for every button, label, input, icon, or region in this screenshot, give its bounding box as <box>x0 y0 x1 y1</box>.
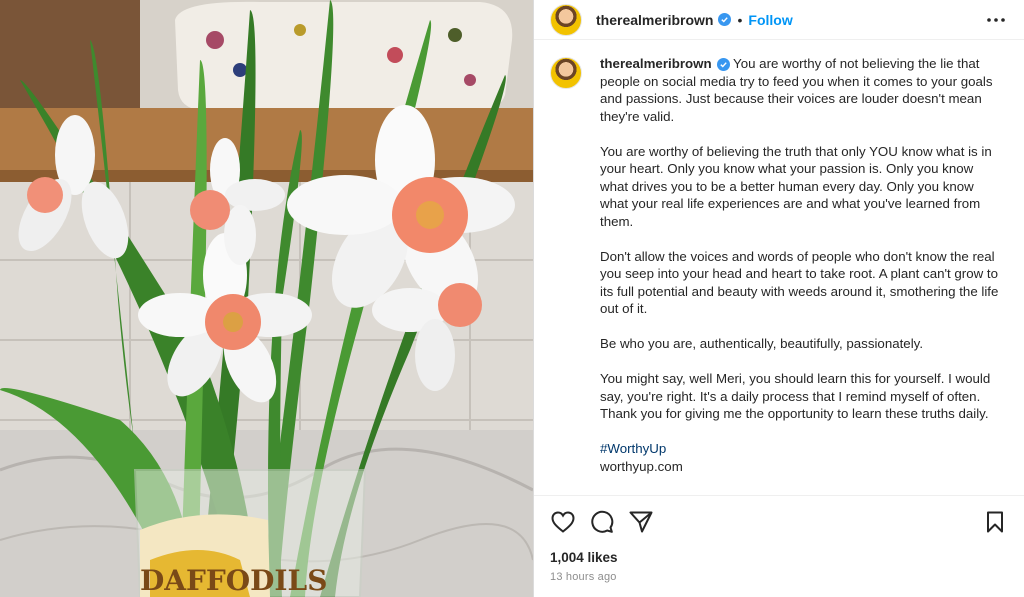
share-icon[interactable] <box>628 509 654 535</box>
verified-badge-icon <box>716 58 730 71</box>
caption: therealmeribrown You are worthy of not b… <box>600 55 1000 495</box>
vase-label-text: DAFFODILS <box>140 564 327 597</box>
post-photo[interactable]: DAFFODILS <box>0 0 533 597</box>
separator-dot: • <box>737 11 743 28</box>
post-timestamp[interactable]: 13 hours ago <box>550 571 1008 583</box>
post-side-panel: therealmeribrown • Follow therealmeribro… <box>533 0 1024 597</box>
likes-count[interactable]: 1,004 likes <box>550 550 1008 565</box>
caption-paragraph-3: Don't allow the voices and words of peop… <box>600 248 999 317</box>
website-link[interactable]: worthyup.com <box>600 458 1000 476</box>
caption-avatar[interactable] <box>550 57 582 89</box>
avatar[interactable] <box>550 3 582 36</box>
bookmark-icon[interactable] <box>982 509 1008 535</box>
verified-badge-icon <box>718 13 732 26</box>
caption-paragraph-5: You might say, well Meri, you should lea… <box>600 371 991 421</box>
heart-icon[interactable] <box>550 509 576 535</box>
hashtag-link[interactable]: #WorthyUp <box>600 440 1000 458</box>
caption-paragraph-1: therealmeribrown You are worthy of not b… <box>600 55 1000 125</box>
more-options-icon[interactable] <box>984 8 1008 32</box>
daffodils-photo: DAFFODILS <box>0 0 533 597</box>
caption-paragraph-2: You are worthy of believing the truth th… <box>600 143 992 229</box>
header-username[interactable]: therealmeribrown <box>596 12 713 28</box>
actions-bar: 1,004 likes 13 hours ago <box>534 495 1024 597</box>
comment-icon[interactable] <box>589 509 615 535</box>
follow-button[interactable]: Follow <box>748 12 792 28</box>
action-icons <box>550 508 1008 536</box>
caption-area: therealmeribrown You are worthy of not b… <box>534 41 1024 495</box>
caption-username[interactable]: therealmeribrown <box>600 56 712 71</box>
caption-paragraph-4: Be who you are, authentically, beautiful… <box>600 336 924 351</box>
post-header: therealmeribrown • Follow <box>534 0 1024 40</box>
